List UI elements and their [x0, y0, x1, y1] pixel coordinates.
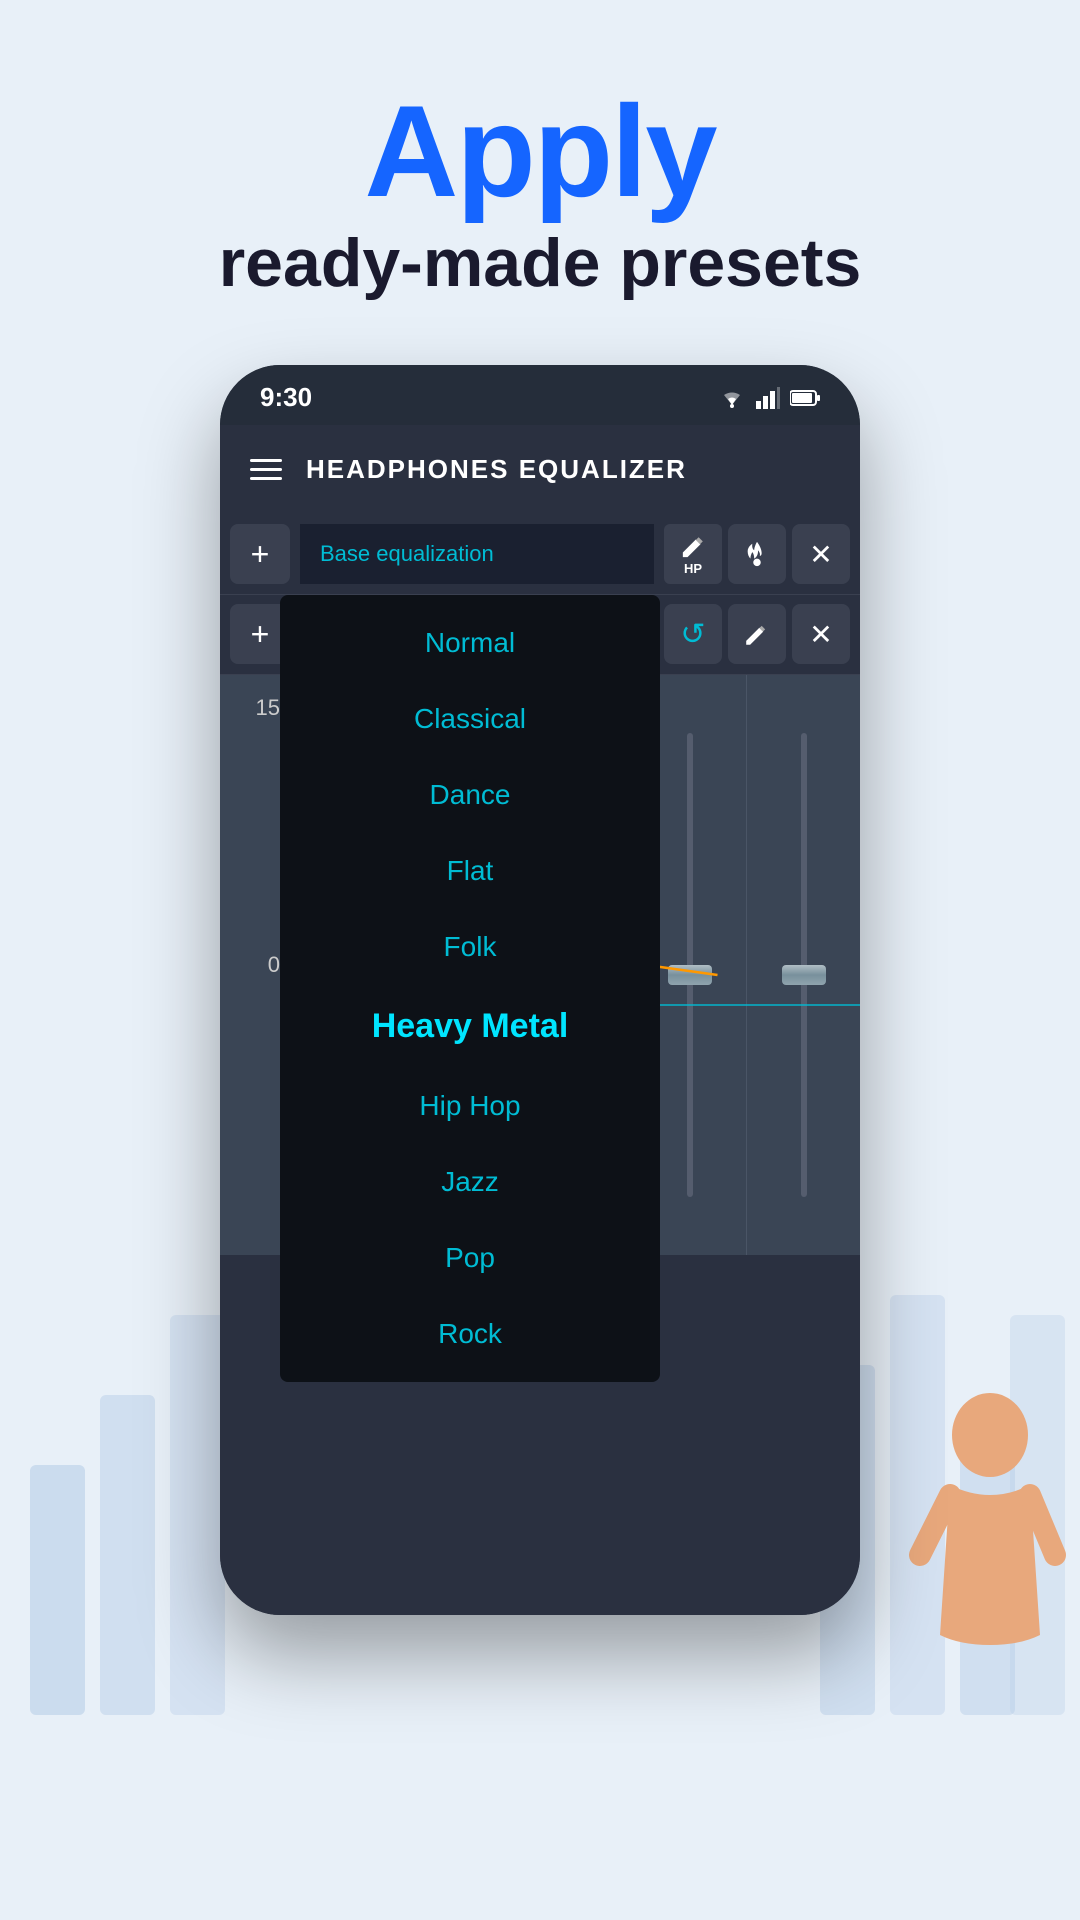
- preset-dropdown: Normal Classical Dance Flat Folk Heavy M…: [280, 595, 660, 1382]
- status-icons: [718, 387, 820, 409]
- phone-frame: 9:30: [220, 365, 860, 1615]
- app-content: + Base equalization HP: [220, 515, 860, 1615]
- close-icon-2: ✕: [809, 618, 832, 651]
- status-time: 9:30: [260, 382, 312, 413]
- fire-icon: [743, 540, 771, 568]
- eq-scale-zero: 0: [230, 952, 280, 978]
- fire-button[interactable]: [728, 524, 786, 584]
- track-actions-2: ↺ ✕: [664, 604, 850, 664]
- preset-item-classical[interactable]: Classical: [280, 681, 660, 757]
- app-title: HEADPHONES EQUALIZER: [306, 454, 687, 485]
- track-actions-1: HP ✕: [664, 524, 850, 584]
- eq-column-5: [746, 675, 860, 1255]
- track-row-1: + Base equalization HP: [220, 515, 860, 595]
- slider-thumb-5[interactable]: [782, 965, 826, 985]
- slider-thumb-4[interactable]: [668, 965, 712, 985]
- pencil-button-2[interactable]: [728, 604, 786, 664]
- battery-icon: [790, 389, 820, 407]
- preset-item-flat[interactable]: Flat: [280, 833, 660, 909]
- preset-item-jazz[interactable]: Jazz: [280, 1144, 660, 1220]
- pencil-hp-icon: [679, 533, 707, 561]
- phone-wrapper: 9:30: [0, 365, 1080, 1615]
- preset-item-hiphop[interactable]: Hip Hop: [280, 1068, 660, 1144]
- pencil-icon-2: [743, 620, 771, 648]
- track-name-1: Base equalization: [320, 541, 494, 567]
- preset-item-folk[interactable]: Folk: [280, 909, 660, 985]
- hp-pencil-button[interactable]: HP: [664, 524, 722, 584]
- status-bar: 9:30: [220, 365, 860, 425]
- preset-item-rock[interactable]: Rock: [280, 1296, 660, 1372]
- preset-item-heavymetal[interactable]: Heavy Metal: [280, 985, 660, 1068]
- eq-scale-top: 15: [230, 695, 280, 721]
- header-section: Apply ready-made presets: [0, 0, 1080, 365]
- track-close-button-1[interactable]: ✕: [792, 524, 850, 584]
- preset-item-dance[interactable]: Dance: [280, 757, 660, 833]
- undo-button[interactable]: ↺: [664, 604, 722, 664]
- signal-icon: [756, 387, 780, 409]
- app-bar: HEADPHONES EQUALIZER: [220, 425, 860, 515]
- track-name-area-1: Base equalization: [300, 524, 654, 584]
- page-subtitle: ready-made presets: [219, 223, 862, 305]
- wifi-icon: [718, 387, 746, 409]
- menu-button[interactable]: [250, 459, 282, 480]
- close-icon-1: ✕: [809, 538, 832, 571]
- undo-icon: ↺: [680, 617, 705, 652]
- page-title: Apply: [364, 80, 715, 223]
- preset-item-normal[interactable]: Normal: [280, 605, 660, 681]
- track-add-button-1[interactable]: +: [230, 524, 290, 584]
- hp-text: HP: [684, 561, 702, 576]
- preset-item-pop[interactable]: Pop: [280, 1220, 660, 1296]
- track-close-button-2[interactable]: ✕: [792, 604, 850, 664]
